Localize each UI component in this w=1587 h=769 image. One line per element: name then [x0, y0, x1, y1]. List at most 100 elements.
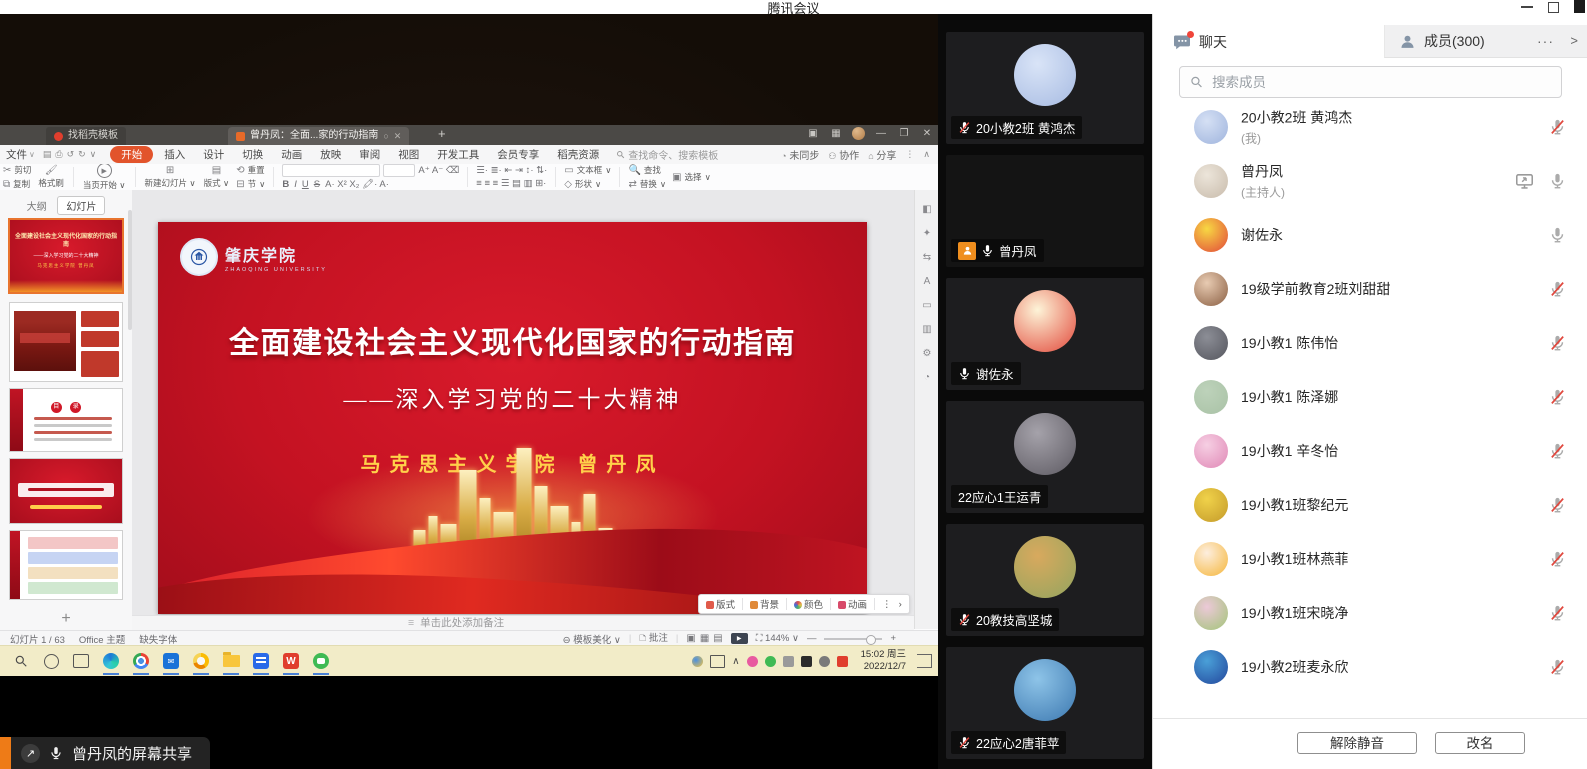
grid-view-icon[interactable]: ▦	[829, 128, 843, 139]
zoom-in-icon[interactable]: +	[890, 633, 896, 644]
find-button[interactable]: 🔍查找	[628, 164, 666, 176]
tray-icon[interactable]	[765, 656, 776, 667]
zoom-out-icon[interactable]: —	[807, 633, 817, 644]
browser-icon[interactable]	[192, 652, 210, 670]
menu-tab[interactable]: 插入	[157, 146, 192, 163]
tray-icon[interactable]	[747, 656, 758, 667]
mic-icon[interactable]	[1549, 605, 1566, 622]
zoom-level[interactable]: ⛶ 144% ∨	[756, 633, 799, 644]
reset-button[interactable]: ⟲重置	[236, 164, 265, 176]
member-search-box[interactable]	[1179, 66, 1562, 98]
section-button[interactable]: ⊟节 ∨	[236, 178, 265, 190]
mic-icon[interactable]	[1549, 551, 1566, 568]
quickbar-expand-icon[interactable]: ›	[899, 599, 902, 610]
member-row[interactable]: 19小教1班林燕菲	[1153, 532, 1587, 586]
mic-icon[interactable]	[1549, 173, 1566, 190]
animation-quick-button[interactable]: 动画	[838, 597, 867, 611]
taskbar-search-icon[interactable]	[12, 652, 30, 670]
account-avatar[interactable]	[852, 127, 865, 140]
more-menu-icon[interactable]: ⋮	[905, 149, 914, 160]
object-pane-icon[interactable]: ▭	[922, 300, 931, 311]
textbox-button[interactable]: ▭文本框 ∨	[564, 164, 611, 176]
collapse-ribbon-icon[interactable]: ∧	[923, 149, 930, 160]
minimize-icon[interactable]	[1521, 6, 1533, 8]
font-size-select[interactable]	[383, 164, 415, 177]
panel-collapse-icon[interactable]: >	[1570, 33, 1578, 48]
font-name-select[interactable]	[282, 164, 380, 177]
select-button[interactable]: ▣选择 ∨	[672, 171, 711, 183]
unmute-button[interactable]: 解除静音	[1297, 732, 1417, 754]
layout-quick-button[interactable]: 版式	[706, 597, 735, 611]
docs-app-icon[interactable]	[252, 652, 270, 670]
missing-font-indicator[interactable]: 缺失字体	[139, 632, 177, 646]
slide-thumbnail-2[interactable]	[9, 302, 123, 382]
cortana-icon[interactable]	[42, 652, 60, 670]
member-row[interactable]: 19小教1班黎纪元	[1153, 478, 1587, 532]
panel-more-icon[interactable]: ···	[1537, 33, 1554, 49]
member-row[interactable]: 曾丹凤 (主持人)	[1153, 154, 1587, 208]
properties-icon[interactable]: ◧	[922, 204, 931, 215]
member-row[interactable]: 19小教1 陈泽娜	[1153, 370, 1587, 424]
transition-pane-icon[interactable]: ⇆	[923, 252, 931, 263]
slide-thumbnail-3[interactable]: 目 录	[9, 388, 123, 452]
tray-expand-icon[interactable]: ∧	[732, 656, 739, 667]
new-slide-button[interactable]: ⊞ 新建幻灯片 ∨	[141, 165, 200, 189]
menu-tab[interactable]: 放映	[313, 146, 348, 163]
member-row[interactable]: 20小教2班 黄鸿杰 (我)	[1153, 100, 1587, 154]
help-pane-icon[interactable]: ◔	[924, 372, 930, 383]
tab-members[interactable]: 成员(300)	[1384, 25, 1587, 58]
share-pill[interactable]: ↗ 曾丹凤的屏幕共享	[11, 737, 210, 769]
mic-icon[interactable]	[1549, 389, 1566, 406]
file-explorer-icon[interactable]	[222, 652, 240, 670]
list-buttons[interactable]: ☰· ≣· ⇤ ⇥ ↕· ⇅·	[476, 165, 547, 176]
maximize-icon[interactable]	[1548, 2, 1559, 13]
quick-access-toolbar[interactable]: ▤⎙↺↻∨	[43, 149, 100, 160]
docer-template-tab[interactable]: 找稻壳模板	[46, 127, 126, 145]
member-row[interactable]: 19小教1 辛冬怡	[1153, 424, 1587, 478]
zoom-slider[interactable]	[824, 638, 882, 640]
menu-tab[interactable]: 稻壳资源	[550, 146, 606, 163]
chart-pane-icon[interactable]: ▥	[922, 324, 931, 335]
menu-tab[interactable]: 设计	[196, 146, 231, 163]
slide-thumbnail-1[interactable]: 全面建设社会主义现代化国家的行动指南 ——深入学习党的二十大精神 马克思主义学院…	[8, 218, 124, 294]
menu-tab[interactable]: 切换	[235, 146, 270, 163]
outline-tab[interactable]: 大纲	[27, 202, 47, 213]
video-tile[interactable]: 20小教2班 黄鸿杰	[946, 32, 1144, 144]
menu-tab[interactable]: 开始	[110, 146, 153, 163]
rename-button[interactable]: 改名	[1435, 732, 1525, 754]
wps-icon[interactable]: W	[282, 652, 300, 670]
menu-tab[interactable]: 审阅	[352, 146, 387, 163]
cut-button[interactable]: ✂剪切	[3, 164, 31, 176]
mic-icon[interactable]	[1549, 227, 1566, 244]
slideshow-play-icon[interactable]: ▶	[731, 633, 748, 644]
tab-chat[interactable]: 聊天	[1153, 25, 1384, 58]
mic-icon[interactable]	[1549, 659, 1566, 676]
color-quick-button[interactable]: 颜色	[794, 597, 823, 611]
mic-icon[interactable]	[1549, 497, 1566, 514]
text-pane-icon[interactable]: A	[924, 276, 931, 287]
format-painter-button[interactable]: 🖌 格式刷	[34, 165, 68, 189]
menu-tab[interactable]: 视图	[391, 146, 426, 163]
document-tab[interactable]: 曾丹凤：全面...家的行动指南 ○ ✕	[228, 127, 409, 145]
wps-restore-icon[interactable]: ❐	[897, 128, 911, 139]
add-slide-icon[interactable]: +	[0, 610, 132, 628]
action-center-icon[interactable]	[917, 654, 932, 668]
view-switcher[interactable]: ▣▦▤	[686, 633, 722, 644]
notes-bar[interactable]: ≡ 单击此处添加备注	[132, 615, 914, 631]
slide-thumbnail-5[interactable]	[9, 530, 123, 600]
menu-tab[interactable]: 会员专享	[490, 146, 546, 163]
member-row[interactable]: 19小教1 陈伟怡	[1153, 316, 1587, 370]
tab-close-icon[interactable]: ✕	[394, 127, 402, 145]
network-icon[interactable]	[783, 656, 794, 667]
file-menu[interactable]: 文件	[6, 147, 27, 162]
member-search-input[interactable]	[1210, 74, 1551, 91]
share-button[interactable]: ⌂ 分享	[868, 147, 896, 162]
command-search[interactable]: 查找命令、搜索模板	[616, 147, 718, 162]
member-row[interactable]: 19小教2班麦永欣	[1153, 640, 1587, 694]
align-buttons[interactable]: ≡ ≡ ≡ ☰ ▤ ▥ ⊞·	[476, 178, 547, 189]
copy-button[interactable]: ⧉复制	[3, 178, 31, 190]
replace-button[interactable]: ⇄替换 ∨	[628, 178, 666, 190]
new-tab-icon[interactable]: +	[438, 126, 446, 141]
clock[interactable]: 15:02 周三 2022/12/7	[861, 649, 906, 674]
font-style-buttons[interactable]: B I U S A· X² X₂ 🖍· A·	[282, 179, 459, 190]
